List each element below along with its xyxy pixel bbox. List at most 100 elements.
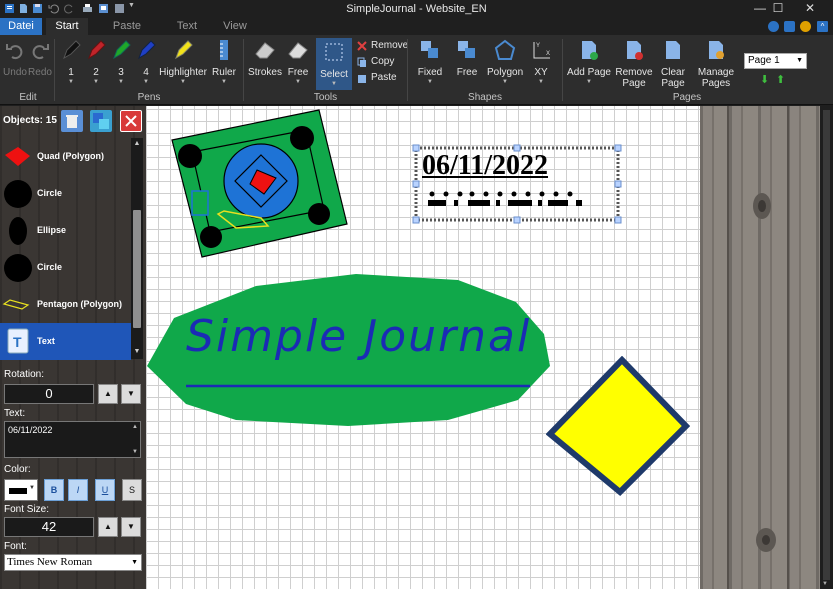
object-list-scrollbar[interactable]: ▲ ▼ — [131, 138, 143, 359]
list-item-text[interactable]: T Text — [0, 323, 131, 360]
tab-start[interactable]: Start — [46, 18, 88, 35]
scroll-up-icon[interactable]: ▲ — [132, 139, 142, 149]
pen-4-button[interactable]: 4 ▼ — [134, 39, 158, 91]
pen-green-icon — [113, 40, 131, 60]
remove-page-button[interactable]: Remove Page — [614, 39, 654, 91]
paste-button[interactable]: Paste — [357, 71, 397, 85]
ribbon-tabs: Datei Start Paste Text View ^ — [0, 18, 833, 35]
canvas-scrollbar[interactable]: ▼ — [820, 106, 833, 589]
font-select[interactable]: Times New Roman ▼ — [4, 554, 142, 571]
add-page-button[interactable]: Add Page ▼ — [567, 39, 611, 91]
tab-file[interactable]: Datei — [0, 18, 42, 35]
list-item-ellipse[interactable]: Ellipse — [0, 212, 131, 249]
text-scroll-up-icon[interactable]: ▲ — [132, 424, 138, 430]
maximize-button[interactable]: ☐ — [763, 0, 793, 18]
text-label: Text: — [4, 408, 26, 419]
rotation-label: Rotation: — [4, 369, 45, 380]
next-page-arrow-icon[interactable]: ⬆ — [776, 73, 785, 86]
ellipse-icon — [9, 217, 27, 245]
previous-page-arrow-icon[interactable]: ⬇ — [760, 73, 769, 86]
date-text-object[interactable]: 06/11/2022 — [422, 150, 548, 182]
ruler-button[interactable]: Ruler ▼ — [210, 39, 238, 91]
color-picker[interactable]: ▼ — [4, 479, 38, 501]
group-label-edit: Edit — [19, 92, 37, 103]
text-scroll-down-icon[interactable]: ▼ — [132, 449, 138, 455]
rotation-decrement-button[interactable]: ▼ — [121, 384, 141, 404]
select-button[interactable]: Select ▼ — [316, 38, 352, 90]
ruler-icon — [220, 40, 228, 60]
pen-3-button[interactable]: 3 ▼ — [109, 39, 133, 91]
fixed-shapes-button[interactable]: Fixed ▼ — [414, 39, 446, 91]
fixed-shapes-dropdown-icon: ▼ — [427, 79, 433, 85]
select-dropdown-icon: ▼ — [331, 81, 337, 87]
canvas-scrollbar-thumb[interactable] — [823, 110, 830, 580]
pen-3-dropdown-icon: ▼ — [118, 79, 124, 85]
font-size-label: Font Size: — [4, 504, 50, 515]
close-window-button[interactable]: ✕ — [795, 0, 825, 18]
highlighter-button[interactable]: Highlighter ▼ — [159, 39, 207, 91]
help-icon[interactable] — [768, 21, 779, 32]
highlighter-icon — [175, 40, 193, 60]
circle-icon — [4, 254, 32, 282]
italic-toggle[interactable]: I — [68, 479, 88, 501]
free-eraser-button[interactable]: Free ▼ — [284, 39, 312, 91]
canvas-scroll-down-icon[interactable]: ▼ — [822, 581, 828, 587]
select-rect-icon — [325, 43, 343, 61]
pen-2-button[interactable]: 2 ▼ — [84, 39, 108, 91]
manage-pages-button[interactable]: Manage Pages — [694, 39, 738, 91]
tab-paste[interactable]: Paste — [106, 18, 148, 35]
polygon-dropdown-icon: ▼ — [502, 79, 508, 85]
polygon-button[interactable]: Polygon ▼ — [487, 39, 523, 91]
list-item-quad[interactable]: Quad (Polygon) — [0, 138, 131, 175]
notification-bell-icon[interactable] — [800, 21, 811, 32]
bring-to-front-button[interactable] — [90, 110, 112, 132]
list-item-circle[interactable]: Circle — [0, 175, 131, 212]
pen-4-dropdown-icon: ▼ — [143, 79, 149, 85]
redo-button[interactable]: Redo — [28, 39, 52, 91]
free-eraser-icon — [288, 42, 308, 59]
undo-button[interactable]: Undo — [3, 39, 27, 91]
strikethrough-toggle[interactable]: S — [122, 479, 142, 501]
close-panel-button[interactable] — [120, 110, 142, 132]
pen-1-button[interactable]: 1 ▼ — [59, 39, 83, 91]
underline-toggle[interactable]: U — [95, 479, 115, 501]
green-board-shape[interactable] — [166, 106, 356, 266]
drawing-canvas[interactable]: 06/11/2022 Simple Journal — [146, 106, 700, 589]
feedback-icon[interactable] — [784, 21, 795, 32]
collapse-ribbon-icon[interactable]: ^ — [817, 21, 828, 32]
remove-x-icon — [357, 41, 367, 51]
tab-text[interactable]: Text — [166, 18, 208, 35]
page-select[interactable]: Page 1 ▼ — [744, 53, 807, 69]
bold-toggle[interactable]: B — [44, 479, 64, 501]
xy-axis-button[interactable]: YX XY ▼ — [527, 39, 555, 91]
clear-page-button[interactable]: Clear Page — [657, 39, 689, 91]
text-object-icon: T — [7, 328, 29, 354]
copy-button[interactable]: Copy — [357, 55, 394, 69]
strokes-eraser-button[interactable]: Strokes — [248, 39, 282, 91]
list-item-pentagon[interactable]: Pentagon (Polygon) — [0, 286, 131, 323]
group-label-pens: Pens — [137, 92, 161, 103]
object-list: Quad (Polygon) Circle Ellipse Circle Pen… — [0, 138, 131, 360]
group-label-tools: Tools — [313, 92, 338, 103]
font-size-decrement-button[interactable]: ▼ — [121, 517, 141, 537]
font-size-input[interactable]: 42 — [4, 517, 94, 537]
remove-button[interactable]: Remove — [357, 39, 408, 53]
delete-object-button[interactable] — [61, 110, 83, 132]
free-shapes-button[interactable]: Free — [451, 39, 483, 91]
rotation-increment-button[interactable]: ▲ — [98, 384, 118, 404]
handwritten-journal-text[interactable]: Simple Journal — [186, 307, 531, 367]
font-size-increment-button[interactable]: ▲ — [98, 517, 118, 537]
pen-blue-icon — [138, 40, 156, 60]
text-input[interactable]: 06/11/2022 ▲ ▼ — [4, 421, 141, 458]
list-item-circle[interactable]: Circle — [0, 249, 131, 286]
ruler-dropdown-icon: ▼ — [221, 79, 227, 85]
xy-axis-icon: YX — [533, 42, 550, 59]
ribbon-start: Undo Redo Edit 1 ▼ 2 ▼ 3 ▼ 4 ▼ Highlighter ▼ … — [0, 35, 833, 105]
scrollbar-thumb[interactable] — [133, 210, 141, 328]
page-select-dropdown-icon: ▼ — [796, 57, 803, 64]
yellow-diamond-shape[interactable] — [546, 356, 690, 500]
ribbon-separator — [562, 39, 563, 101]
scroll-down-icon[interactable]: ▼ — [132, 347, 142, 357]
rotation-input[interactable]: 0 — [4, 384, 94, 404]
tab-view[interactable]: View — [214, 18, 256, 35]
